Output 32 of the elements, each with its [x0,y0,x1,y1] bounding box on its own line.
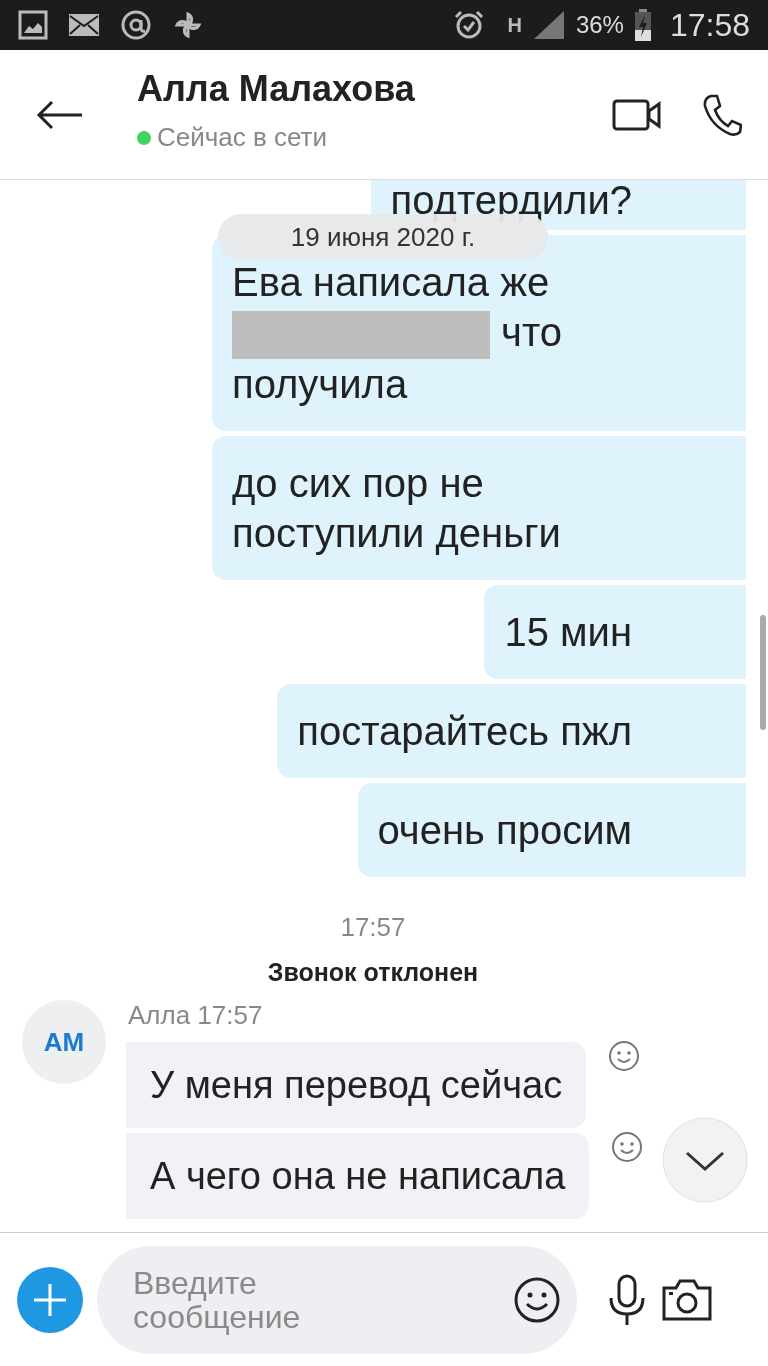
pinwheel-icon [172,9,204,41]
sender-and-time: Алла 17:57 [128,1000,264,1032]
smiley-icon[interactable] [608,1040,641,1073]
video-call-icon[interactable] [612,97,662,132]
presence-status: Сейчас в сети [157,122,328,153]
emoji-icon[interactable] [513,1275,561,1324]
camera-icon[interactable] [661,1277,713,1322]
received-message-bubble[interactable]: У меня перевод сейчас [126,1042,587,1129]
sent-message-bubble[interactable]: 15 мин [484,585,746,680]
sent-message-bubble[interactable]: очень просим [357,783,746,878]
contact-name: Алла Малахова [137,68,416,110]
picture-icon [18,10,48,40]
message-input[interactable]: Введите сообщение [97,1245,577,1354]
at-sign-icon [120,9,152,41]
add-button[interactable] [17,1266,83,1333]
alarm-clock-icon [453,9,486,41]
battery-percent: 36% [575,11,624,39]
call-declined-notice: Звонок отклонен [267,958,479,988]
microphone-icon[interactable] [607,1273,647,1326]
sent-message-bubble[interactable]: до сих пор не поступили деньги [212,436,746,581]
back-arrow-icon[interactable] [36,99,84,130]
received-message-bubble[interactable]: А чего она не написала [126,1133,590,1220]
battery-charging-icon [633,9,652,41]
phone-icon[interactable] [702,92,742,137]
sent-message-bubble[interactable]: постарайтесь пжл [277,684,746,779]
smiley-icon[interactable] [611,1131,644,1164]
mail-icon [68,13,100,37]
message-time: 17:57 [340,912,406,944]
clock-time: 17:58 [669,6,750,44]
network-type: H [507,13,522,37]
avatar[interactable]: AM [22,1000,106,1085]
scrollbar[interactable] [760,615,766,730]
